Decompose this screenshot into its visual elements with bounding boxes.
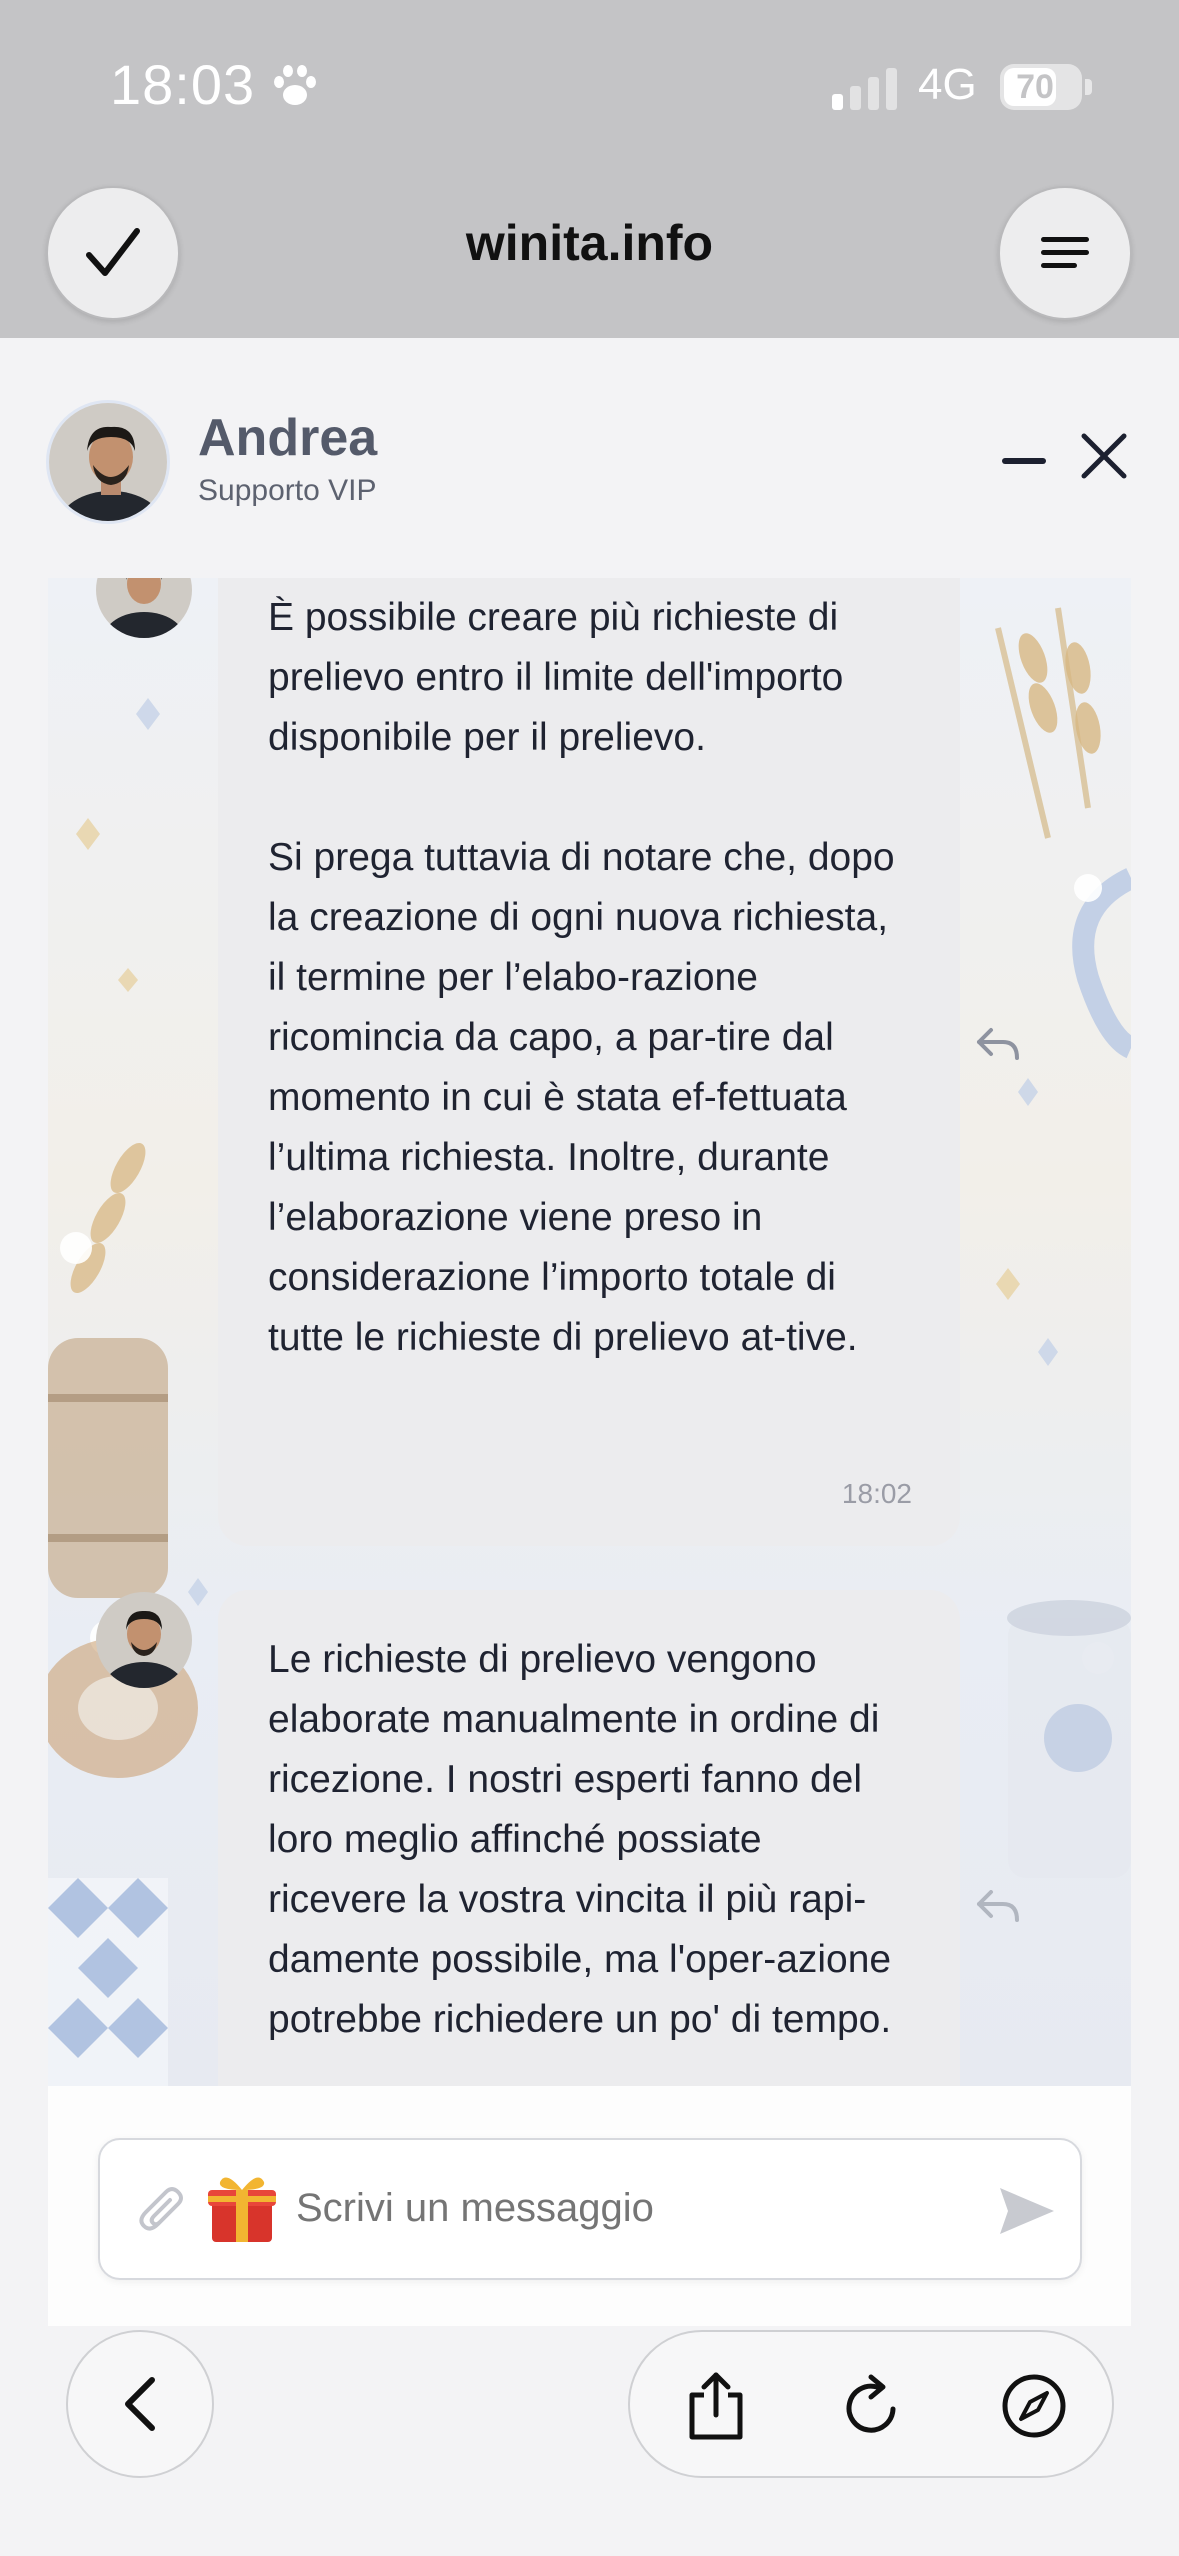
agent-avatar xyxy=(46,400,170,524)
close-icon[interactable] xyxy=(1074,426,1134,486)
battery-icon: 70 xyxy=(1000,64,1092,110)
compass-icon xyxy=(1002,2374,1066,2438)
browser-header: 18:03 4G 70 winita.info xyxy=(0,0,1179,338)
share-button[interactable] xyxy=(676,2366,756,2446)
message-text: È possibile creare più richieste di prel… xyxy=(268,596,844,759)
back-icon xyxy=(125,2377,155,2431)
message-bubble: È possibile creare più richieste di prel… xyxy=(218,578,960,1546)
chat-messages[interactable]: È possibile creare più richieste di prel… xyxy=(48,578,1131,2086)
message-input[interactable] xyxy=(296,2186,936,2231)
gift-icon[interactable] xyxy=(206,2170,278,2246)
menu-icon xyxy=(1041,237,1089,268)
menu-button[interactable] xyxy=(998,186,1132,320)
agent-name: Andrea xyxy=(198,409,378,467)
send-icon[interactable] xyxy=(996,2182,1058,2240)
browser-toolbar xyxy=(0,2326,1179,2556)
composer-area xyxy=(48,2086,1131,2326)
reload-icon xyxy=(846,2374,896,2433)
message-text: Le richieste di prelievo vengono elabora… xyxy=(268,1638,892,2041)
reply-icon[interactable] xyxy=(973,1024,1023,1064)
status-time: 18:03 xyxy=(110,53,256,116)
network-type: 4G xyxy=(918,60,977,109)
message-avatar xyxy=(96,1592,192,1688)
message-composer[interactable] xyxy=(98,2138,1082,2280)
signal-icon xyxy=(832,68,897,110)
paperclip-icon[interactable] xyxy=(136,2184,192,2240)
reply-icon[interactable] xyxy=(973,1886,1023,1926)
agent-role: Supporto VIP xyxy=(198,474,377,507)
back-button[interactable] xyxy=(66,2330,214,2478)
battery-percent: 70 xyxy=(1016,68,1054,106)
share-icon xyxy=(689,2372,743,2440)
action-pill xyxy=(628,2330,1114,2478)
reload-button[interactable] xyxy=(834,2366,914,2446)
message-time: 18:02 xyxy=(841,1478,912,1509)
paw-icon xyxy=(274,65,316,105)
chat-header: Andrea Supporto VIP xyxy=(0,338,1179,578)
message-bubble: Le richieste di prelievo vengono elabora… xyxy=(218,1590,960,2086)
message-text: Si prega tuttavia di notare che, dopo la… xyxy=(268,836,895,1359)
compass-button[interactable] xyxy=(994,2366,1074,2446)
minimize-icon[interactable] xyxy=(1002,458,1046,464)
